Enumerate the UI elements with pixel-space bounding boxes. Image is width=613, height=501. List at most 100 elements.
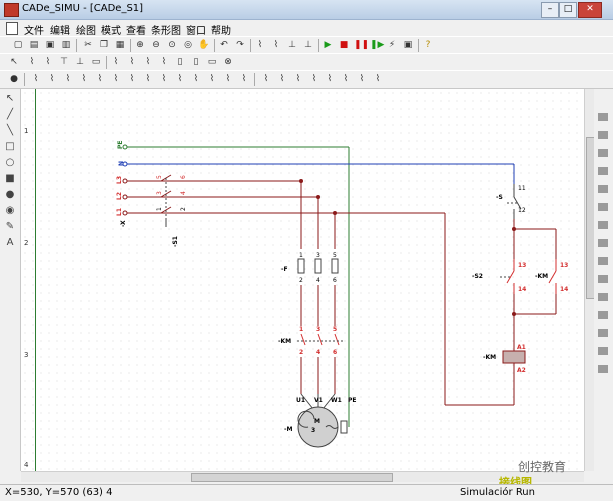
- maximize-button[interactable]: □: [559, 2, 577, 18]
- menu-barchart[interactable]: 条形图: [151, 22, 181, 37]
- copy-icon[interactable]: ❐: [98, 39, 110, 51]
- pause-simulation-icon[interactable]: ❚❚: [354, 39, 369, 51]
- panel-button[interactable]: [598, 365, 608, 373]
- paste-icon[interactable]: ▦: [114, 39, 126, 51]
- zoom-out-icon[interactable]: ⊖: [150, 39, 162, 51]
- menu-window[interactable]: 窗口: [186, 22, 206, 37]
- menu-help[interactable]: 帮助: [211, 22, 231, 37]
- panel-button[interactable]: [598, 329, 608, 337]
- timer-c-icon[interactable]: ⌇: [292, 73, 304, 85]
- polyline-icon[interactable]: ╲: [4, 125, 16, 137]
- panel-button[interactable]: [598, 131, 608, 139]
- print-icon[interactable]: ▥: [60, 39, 72, 51]
- cut-icon[interactable]: ✂: [82, 39, 94, 51]
- contact-i-icon[interactable]: ⌇: [158, 73, 170, 85]
- timer-h-icon[interactable]: ⌇: [372, 73, 384, 85]
- breaker-3-icon[interactable]: ⌇: [142, 56, 154, 68]
- select-arrow-icon[interactable]: ↖: [8, 56, 20, 68]
- contact-c-icon[interactable]: ⌇: [62, 73, 74, 85]
- timer-b-icon[interactable]: ⌇: [276, 73, 288, 85]
- pen-icon[interactable]: ✎: [4, 221, 16, 233]
- filled-rect-icon[interactable]: ■: [4, 173, 16, 185]
- panel-button[interactable]: [598, 221, 608, 229]
- zoom-window-icon[interactable]: ⊙: [166, 39, 178, 51]
- redo-icon[interactable]: ↷: [234, 39, 246, 51]
- contact-no-icon[interactable]: ⌇: [26, 56, 38, 68]
- contact-k-icon[interactable]: ⌇: [190, 73, 202, 85]
- switch-icon[interactable]: ⊥: [74, 56, 86, 68]
- breaker-4-icon[interactable]: ⌇: [158, 56, 170, 68]
- relay-icon[interactable]: ▭: [90, 56, 102, 68]
- draw-tool-3-icon[interactable]: ⊥: [286, 39, 298, 51]
- draw-tool-4-icon[interactable]: ⊥: [302, 39, 314, 51]
- contact-n-icon[interactable]: ⌇: [238, 73, 250, 85]
- contact-m-icon[interactable]: ⌇: [222, 73, 234, 85]
- close-button[interactable]: ✕: [578, 2, 602, 18]
- menu-draw[interactable]: 绘图: [76, 22, 96, 37]
- pushbutton-icon[interactable]: ⊤: [58, 56, 70, 68]
- pointer-icon[interactable]: ↖: [4, 93, 16, 105]
- panel-button[interactable]: [598, 239, 608, 247]
- sim-tool-1-icon[interactable]: ⚡: [386, 39, 398, 51]
- zoom-fit-icon[interactable]: ◎: [182, 39, 194, 51]
- contact-h-icon[interactable]: ⌇: [142, 73, 154, 85]
- open-folder-icon[interactable]: ▤: [28, 39, 40, 51]
- pan-icon[interactable]: ✋: [198, 39, 210, 51]
- contact-l-icon[interactable]: ⌇: [206, 73, 218, 85]
- filled-circle-icon[interactable]: ●: [4, 189, 16, 201]
- timer-d-icon[interactable]: ⌇: [308, 73, 320, 85]
- panel-button[interactable]: [598, 347, 608, 355]
- draw-tool-2-icon[interactable]: ⌇: [270, 39, 282, 51]
- panel-button[interactable]: [598, 275, 608, 283]
- save-icon[interactable]: ▣: [44, 39, 56, 51]
- new-file-icon[interactable]: ▢: [12, 39, 24, 51]
- panel-button[interactable]: [598, 257, 608, 265]
- contact-e-icon[interactable]: ⌇: [94, 73, 106, 85]
- zoom-in-icon[interactable]: ⊕: [134, 39, 146, 51]
- stop-simulation-icon[interactable]: ■: [338, 39, 350, 51]
- panel-button[interactable]: [598, 185, 608, 193]
- menu-view[interactable]: 查看: [126, 22, 146, 37]
- contact-f-icon[interactable]: ⌇: [110, 73, 122, 85]
- panel-button[interactable]: [598, 167, 608, 175]
- contact-j-icon[interactable]: ⌇: [174, 73, 186, 85]
- timer-f-icon[interactable]: ⌇: [340, 73, 352, 85]
- panel-button[interactable]: [598, 311, 608, 319]
- node-icon[interactable]: ●: [8, 73, 20, 85]
- minimize-button[interactable]: –: [541, 2, 559, 18]
- schematic-canvas[interactable]: 1 2 3 4 PE N L3 L2 L1 -X 5 6 3 4 1 2 -S1…: [21, 89, 584, 471]
- sim-tool-2-icon[interactable]: ▣: [402, 39, 414, 51]
- draw-tool-1-icon[interactable]: ⌇: [254, 39, 266, 51]
- coil-icon[interactable]: ▭: [206, 56, 218, 68]
- lamp-icon[interactable]: ⊗: [222, 56, 234, 68]
- contact-a-icon[interactable]: ⌇: [30, 73, 42, 85]
- panel-button[interactable]: [598, 293, 608, 301]
- menu-mode[interactable]: 模式: [101, 22, 121, 37]
- fill-icon[interactable]: ◉: [4, 205, 16, 217]
- line-icon[interactable]: ╱: [4, 109, 16, 121]
- menu-edit[interactable]: 编辑: [50, 22, 70, 37]
- text-icon[interactable]: A: [4, 237, 16, 249]
- contact-b-icon[interactable]: ⌇: [46, 73, 58, 85]
- timer-e-icon[interactable]: ⌇: [324, 73, 336, 85]
- fuse-2-icon[interactable]: ▯: [190, 56, 202, 68]
- run-simulation-icon[interactable]: ▶: [322, 39, 334, 51]
- circle-icon[interactable]: ○: [4, 157, 16, 169]
- contact-d-icon[interactable]: ⌇: [78, 73, 90, 85]
- contact-nc-icon[interactable]: ⌇: [42, 56, 54, 68]
- undo-icon[interactable]: ↶: [218, 39, 230, 51]
- timer-a-icon[interactable]: ⌇: [260, 73, 272, 85]
- horizontal-scroll-thumb[interactable]: [191, 473, 393, 482]
- panel-button[interactable]: [598, 149, 608, 157]
- breaker-icon[interactable]: ⌇: [110, 56, 122, 68]
- step-simulation-icon[interactable]: ❚▶: [370, 39, 384, 51]
- help-icon[interactable]: ?: [422, 39, 434, 51]
- menu-file[interactable]: 文件: [24, 22, 44, 37]
- contact-g-icon[interactable]: ⌇: [126, 73, 138, 85]
- rectangle-icon[interactable]: □: [4, 141, 16, 153]
- breaker-2-icon[interactable]: ⌇: [126, 56, 138, 68]
- panel-button[interactable]: [598, 113, 608, 121]
- timer-g-icon[interactable]: ⌇: [356, 73, 368, 85]
- panel-button[interactable]: [598, 203, 608, 211]
- fuse-icon[interactable]: ▯: [174, 56, 186, 68]
